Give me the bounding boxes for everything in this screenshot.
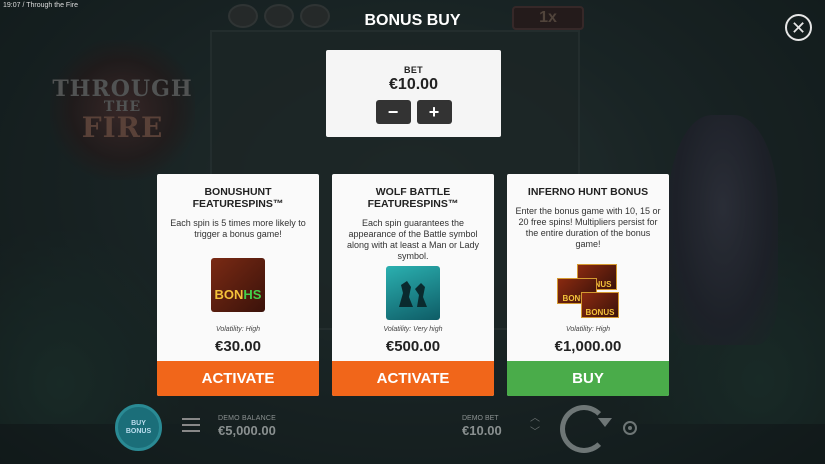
close-icon: ✕ (790, 17, 807, 38)
buy-bonus-button[interactable]: BUY BONUS (115, 404, 162, 451)
bet-panel: BET €10.00 − + (326, 50, 501, 137)
card-title: INFERNO HUNT BONUS (527, 186, 649, 198)
status-bar: 19:07 / Through the Fire (3, 2, 78, 9)
buy-inferno-hunt-button[interactable]: BUY (507, 361, 669, 396)
card-price: €1,000.00 (554, 338, 622, 355)
autoplay-icon[interactable] (623, 421, 637, 435)
close-button[interactable]: ✕ (785, 14, 812, 41)
wolf-battle-icon (386, 266, 440, 320)
balance-label: DEMO BALANCE (218, 415, 277, 422)
bet-value: €10.00 (389, 76, 438, 93)
bonus-buy-title: BONUS BUY (364, 12, 461, 29)
bet-decrease-button[interactable]: − (375, 100, 411, 124)
card-volatility: Volatility: Very high (383, 326, 443, 333)
demo-balance: DEMO BALANCE €5,000.00 (218, 415, 276, 438)
bonushunt-card: BONUSHUNT FEATURESPINS™ Each spin is 5 t… (157, 174, 319, 396)
bet-stepper[interactable]: ︿ ﹀ (530, 412, 540, 440)
balance-value: €5,000.00 (218, 423, 276, 438)
demo-bet-value: €10.00 (462, 423, 502, 438)
card-title: BONUSHUNT FEATURESPINS™ (192, 186, 284, 210)
wolf-battle-card: WOLF BATTLE FEATURESPINS™ Each spin guar… (332, 174, 494, 396)
chevron-down-icon[interactable]: ﹀ (530, 426, 540, 440)
demo-bet: DEMO BET €10.00 (462, 415, 502, 438)
inferno-hunt-icon: BONUS BONUS BONUS (557, 264, 619, 318)
card-volatility: Volatility: High (215, 326, 261, 333)
card-description: Each spin guarantees the appearance of t… (346, 218, 480, 261)
spin-arrow-icon (598, 418, 612, 427)
inferno-hunt-card: INFERNO HUNT BONUS Enter the bonus game … (507, 174, 669, 396)
card-price: €500.00 (385, 338, 441, 355)
card-description: Enter the bonus game with 10, 15 or 20 f… (515, 206, 661, 249)
demo-bet-label: DEMO BET (462, 415, 499, 422)
card-price: €30.00 (215, 338, 261, 355)
menu-icon[interactable] (182, 418, 200, 432)
bonus-hunt-icon: BON HS (211, 258, 265, 312)
bet-increase-button[interactable]: + (416, 100, 452, 124)
card-description: Each spin is 5 times more likely to trig… (170, 218, 306, 239)
activate-bonushunt-button[interactable]: ACTIVATE (157, 361, 319, 396)
card-volatility: Volatility: High (565, 326, 611, 333)
spin-button[interactable] (560, 405, 608, 453)
card-title: WOLF BATTLE FEATURESPINS™ (367, 186, 459, 210)
chevron-up-icon[interactable]: ︿ (530, 412, 540, 426)
bet-label: BET (404, 65, 423, 75)
activate-wolf-battle-button[interactable]: ACTIVATE (332, 361, 494, 396)
